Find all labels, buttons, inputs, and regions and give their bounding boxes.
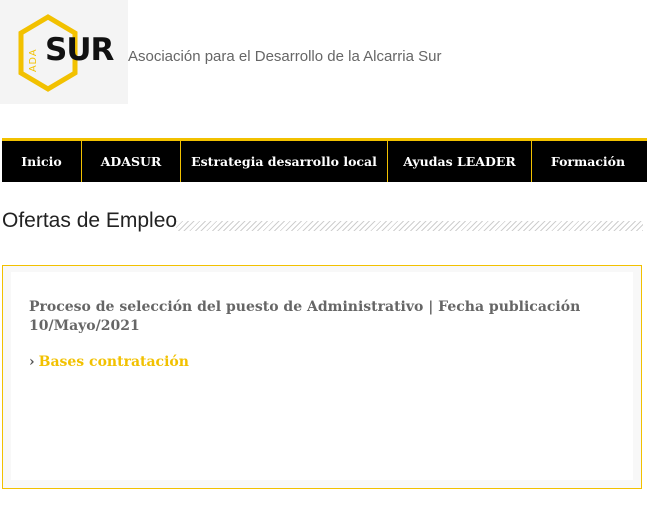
logo-sur-text: SUR (45, 32, 114, 68)
chevron-right-icon: › (29, 354, 35, 370)
job-offer-card: Proceso de selección del puesto de Admin… (2, 265, 642, 489)
bases-contratacion-label: Bases contratación (38, 354, 189, 370)
job-offer-description: Proceso de selección del puesto de Admin… (29, 299, 581, 334)
title-decoration (176, 221, 643, 231)
site-header: ADA SUR Asociación para el Desarrollo de… (0, 0, 647, 110)
site-logo[interactable]: ADA SUR (0, 0, 128, 104)
page-title: Ofertas de Empleo (2, 209, 178, 232)
nav-item-inicio[interactable]: Inicio (2, 141, 82, 182)
nav-item-adasur[interactable]: ADASUR (82, 141, 181, 182)
bases-contratacion-link[interactable]: › Bases contratación (29, 354, 189, 370)
nav-item-ayudas-leader[interactable]: Ayudas LEADER (388, 141, 532, 182)
nav-item-formacion[interactable]: Formación (532, 141, 644, 182)
job-offer-card-body: Proceso de selección del puesto de Admin… (11, 272, 633, 480)
nav-item-estrategia[interactable]: Estrategia desarrollo local (181, 141, 388, 182)
main-navigation: Inicio ADASUR Estrategia desarrollo loca… (2, 138, 647, 182)
organization-name: Asociación para el Desarrollo de la Alca… (128, 48, 442, 65)
